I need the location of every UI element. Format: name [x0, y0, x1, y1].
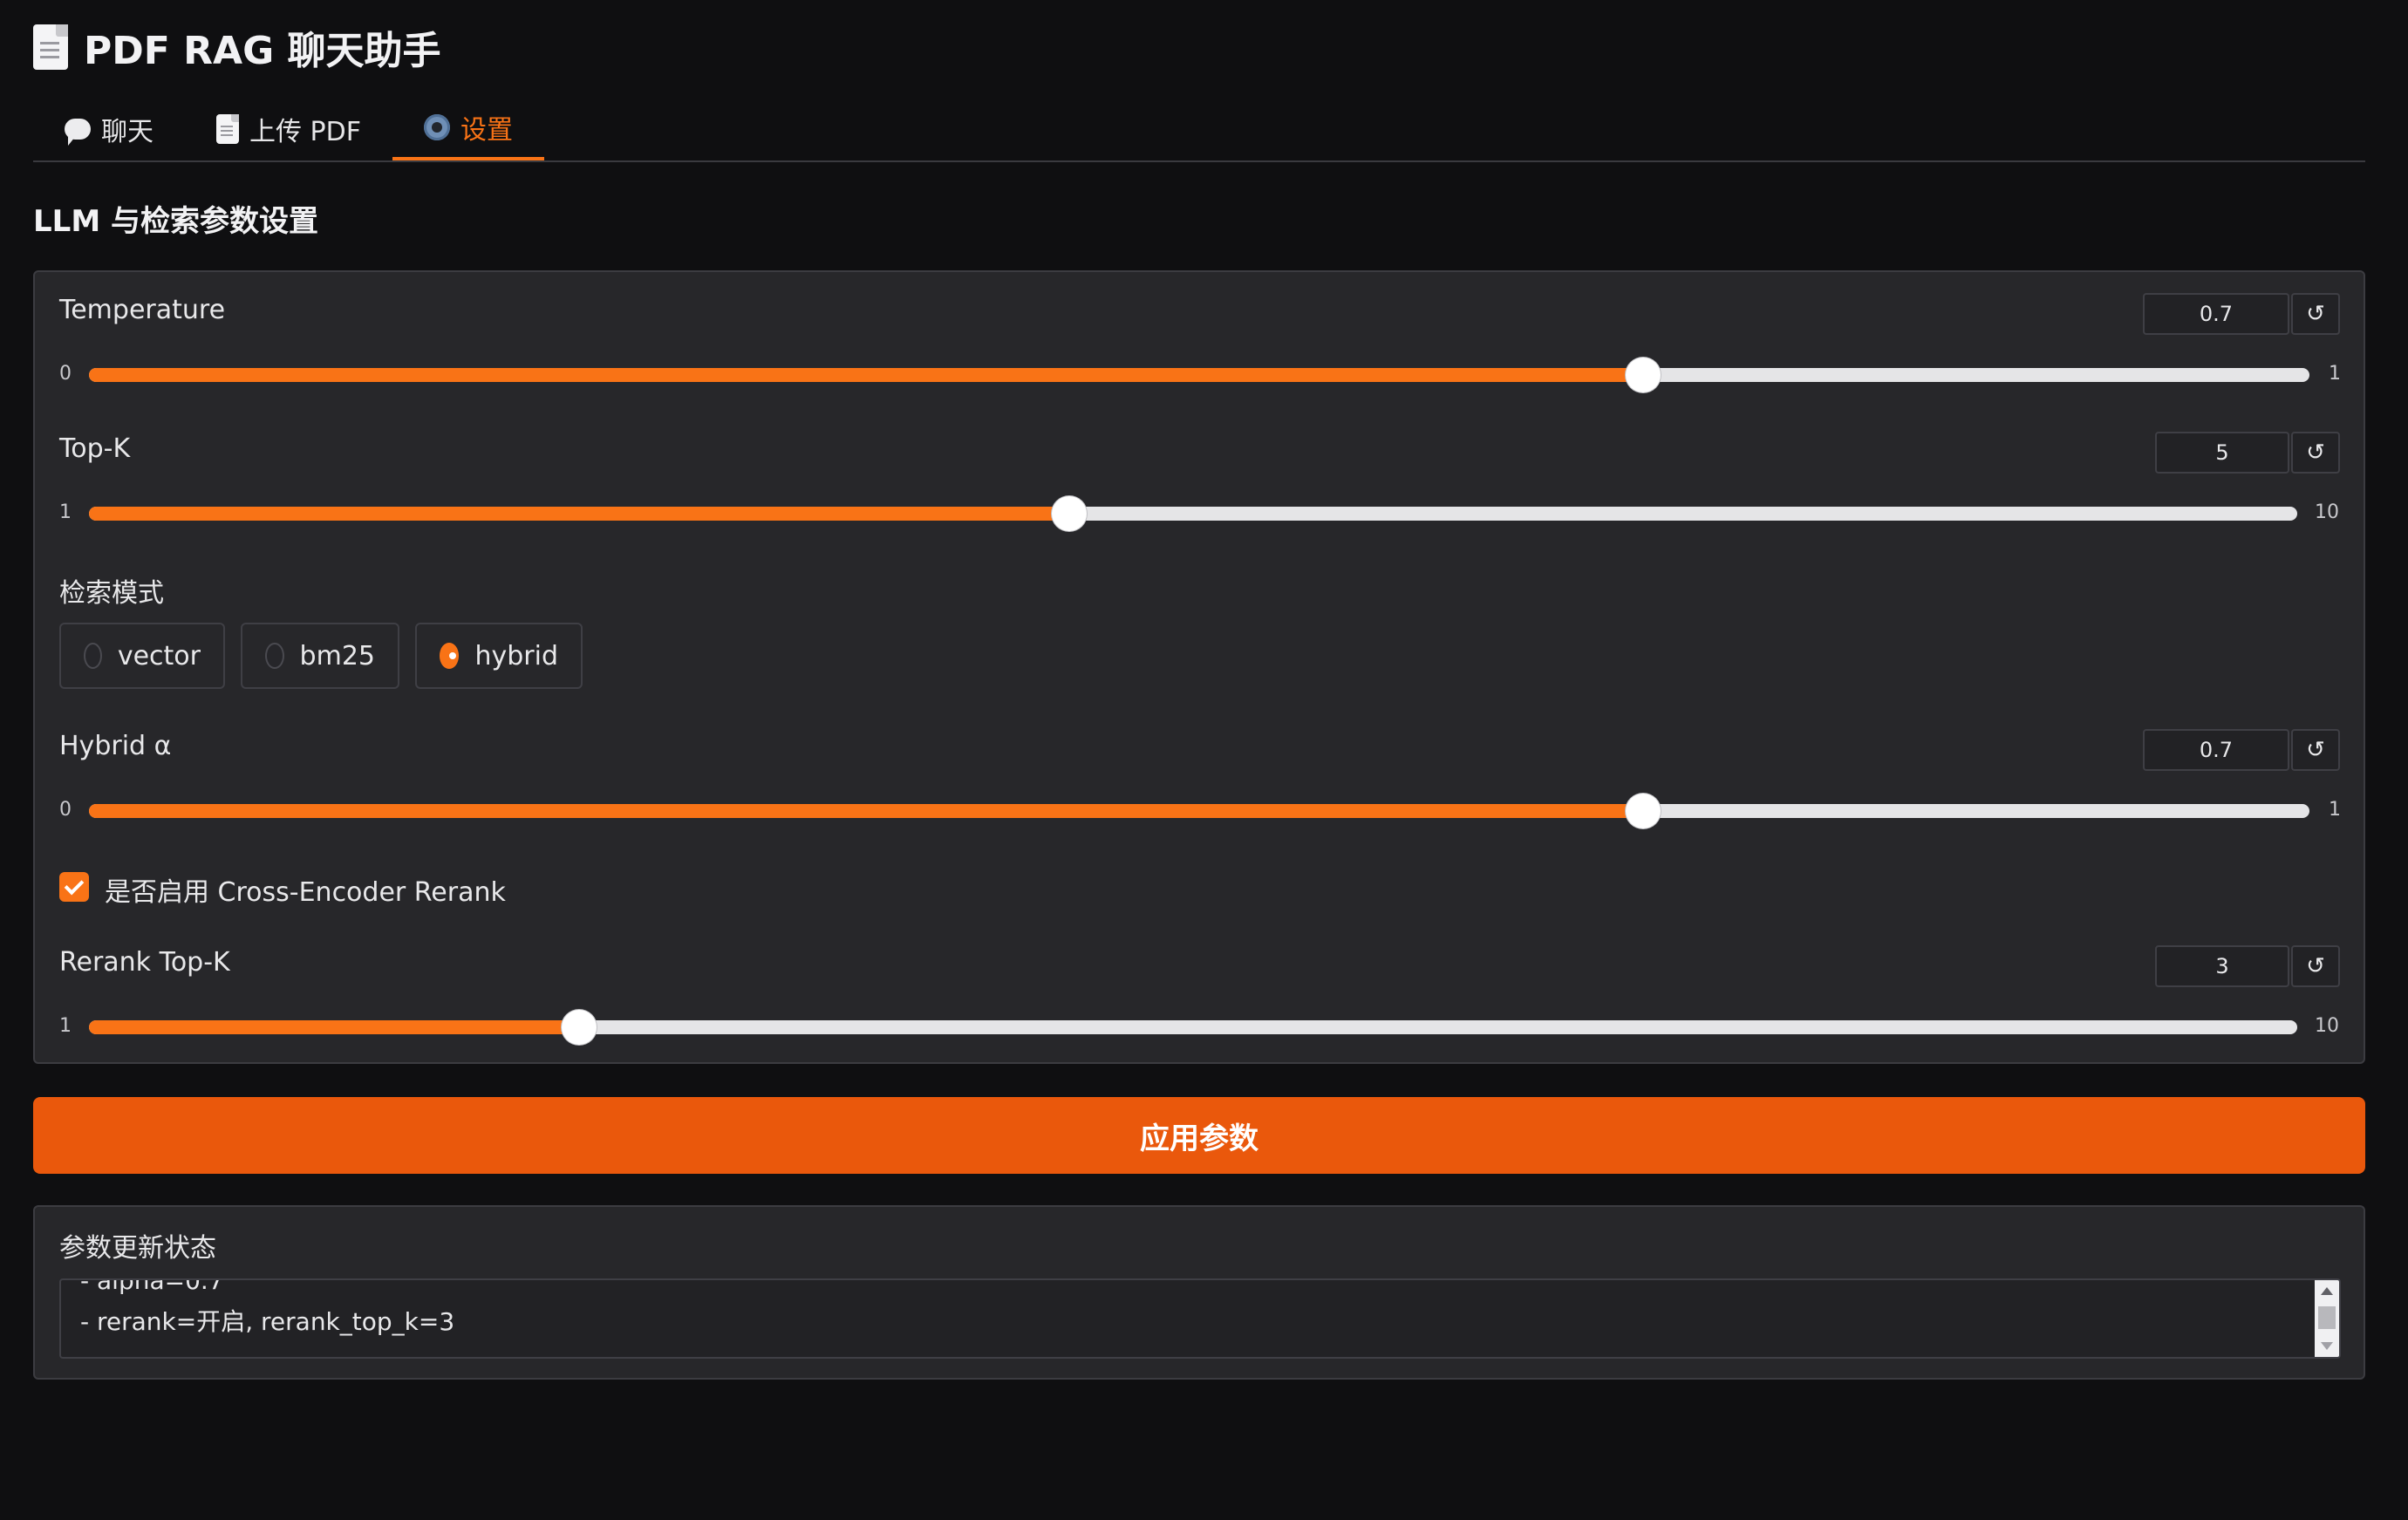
tab-chat[interactable]: 聊天 [33, 98, 185, 160]
rerank-top-k-min: 1 [59, 1015, 72, 1037]
status-textbox[interactable]: - alpha=0.7 - rerank=开启, rerank_top_k=3 [59, 1278, 2341, 1359]
rerank-top-k-label: Rerank Top-K [59, 947, 230, 978]
gear-icon [423, 114, 450, 140]
temperature-input[interactable]: 0.7 [2143, 293, 2289, 335]
rerank-top-k-slider[interactable] [89, 1010, 2297, 1045]
settings-panel: Temperature 0.7 ↺ 0 1 Top-K 5 ↺ 1 10 检索模… [33, 270, 2365, 1064]
rerank-top-k-reset-button[interactable]: ↺ [2291, 945, 2340, 987]
hybrid-alpha-max: 1 [2329, 799, 2341, 821]
rerank-checkbox-label: 是否启用 Cross-Encoder Rerank [105, 877, 506, 908]
hybrid-alpha-slider-fill [89, 804, 1644, 818]
radio-button[interactable] [265, 643, 284, 669]
radio-label: bm25 [299, 640, 375, 671]
scrollbar[interactable] [2315, 1280, 2339, 1357]
rerank-top-k-slider-fill [89, 1020, 580, 1034]
tab-chat-label: 聊天 [101, 117, 153, 147]
scrollbar-thumb[interactable] [2318, 1306, 2336, 1329]
retrieval-mode-label: 检索模式 [59, 578, 164, 609]
top-k-reset-button[interactable]: ↺ [2291, 432, 2340, 474]
page-title-text: PDF RAG 聊天助手 [84, 29, 441, 73]
tab-settings[interactable]: 设置 [392, 98, 544, 160]
temperature-min: 0 [59, 363, 72, 385]
radio-option-vector[interactable]: vector [59, 623, 225, 689]
radio-label: hybrid [474, 640, 558, 671]
hybrid-alpha-input[interactable]: 0.7 [2143, 729, 2289, 771]
radio-button[interactable] [440, 643, 460, 669]
scroll-down-icon[interactable] [2321, 1342, 2333, 1350]
hybrid-alpha-slider[interactable] [89, 794, 2309, 828]
top-k-label: Top-K [59, 433, 131, 464]
reset-icon: ↺ [2306, 301, 2325, 327]
rerank-top-k-max: 10 [2315, 1015, 2339, 1037]
temperature-slider-fill [89, 368, 1644, 382]
tab-upload-pdf[interactable]: 上传 PDF [185, 98, 392, 160]
hybrid-alpha-label: Hybrid α [59, 731, 172, 761]
scroll-up-icon[interactable] [2321, 1287, 2333, 1295]
tab-settings-label: 设置 [460, 115, 513, 146]
rerank-top-k-input[interactable]: 3 [2155, 945, 2289, 987]
temperature-slider-thumb[interactable] [1626, 358, 1661, 392]
rerank-checkbox[interactable] [59, 872, 89, 902]
radio-button[interactable] [84, 643, 102, 669]
document-icon [216, 114, 239, 144]
reset-icon: ↺ [2306, 953, 2325, 979]
temperature-max: 1 [2329, 363, 2341, 385]
reset-icon: ↺ [2306, 440, 2325, 466]
top-k-slider[interactable] [89, 496, 2297, 531]
app-root: PDF RAG 聊天助手 聊天 上传 PDF 设置 LLM 与检索参数设置 Te… [0, 0, 2408, 1520]
temperature-reset-button[interactable]: ↺ [2291, 293, 2340, 335]
temperature-slider[interactable] [89, 358, 2309, 392]
page-title: PDF RAG 聊天助手 [33, 19, 441, 75]
status-line: - rerank=开启, rerank_top_k=3 [80, 1307, 455, 1336]
radio-option-bm25[interactable]: bm25 [241, 623, 399, 689]
top-k-max: 10 [2315, 501, 2339, 523]
top-k-slider-thumb[interactable] [1052, 496, 1088, 531]
document-icon [33, 24, 68, 70]
top-k-min: 1 [59, 501, 72, 523]
section-title: LLM 与检索参数设置 [33, 204, 319, 239]
tab-bar: 聊天 上传 PDF 设置 [33, 98, 2365, 162]
apply-button[interactable]: 应用参数 [33, 1097, 2365, 1174]
hybrid-alpha-slider-thumb[interactable] [1626, 794, 1661, 828]
status-line: - alpha=0.7 [80, 1278, 224, 1295]
status-label: 参数更新状态 [59, 1233, 216, 1264]
rerank-top-k-slider-thumb[interactable] [562, 1010, 597, 1045]
radio-option-hybrid[interactable]: hybrid [415, 623, 583, 689]
tab-upload-pdf-label: 上传 PDF [249, 117, 361, 147]
hybrid-alpha-reset-button[interactable]: ↺ [2291, 729, 2340, 771]
reset-icon: ↺ [2306, 737, 2325, 763]
temperature-label: Temperature [59, 295, 226, 325]
top-k-input[interactable]: 5 [2155, 432, 2289, 474]
chat-icon [65, 119, 91, 146]
status-panel: 参数更新状态 - alpha=0.7 - rerank=开启, rerank_t… [33, 1205, 2365, 1380]
top-k-slider-fill [89, 507, 1070, 521]
hybrid-alpha-min: 0 [59, 799, 72, 821]
radio-label: vector [117, 640, 201, 671]
